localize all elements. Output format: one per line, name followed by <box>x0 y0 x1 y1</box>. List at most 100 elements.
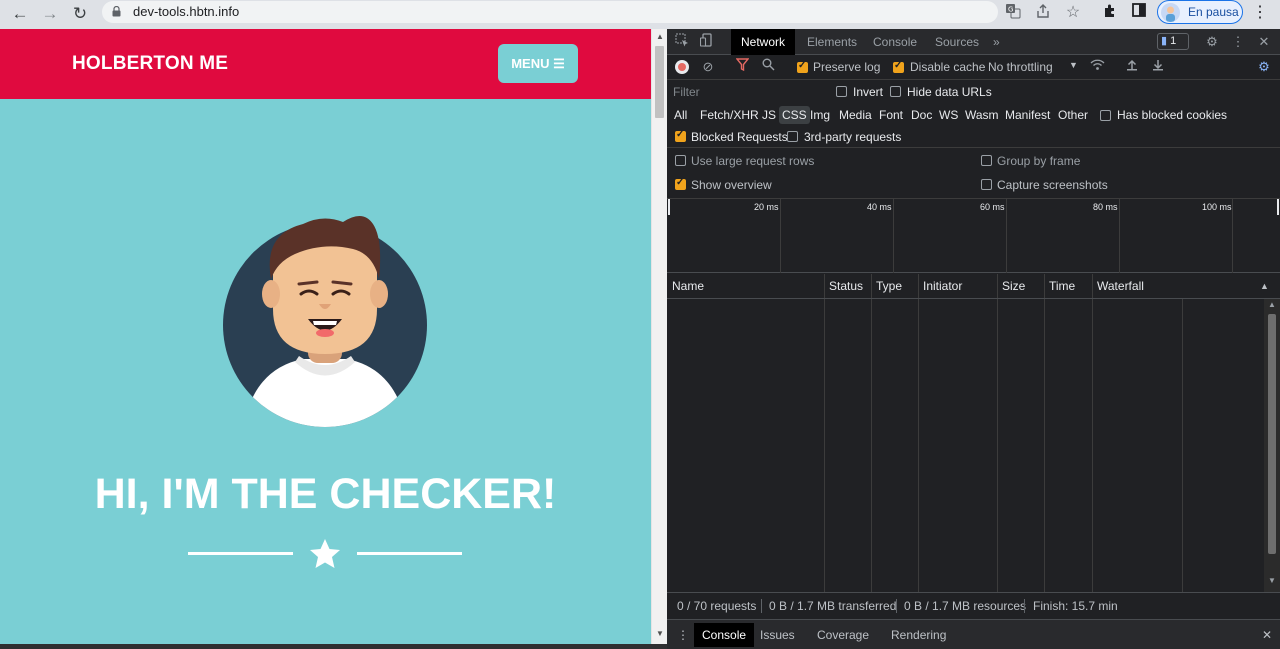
scroll-down-icon[interactable]: ▼ <box>656 629 664 638</box>
scroll-up-icon[interactable]: ▲ <box>1268 300 1276 309</box>
third-party-label: 3rd-party requests <box>804 130 902 144</box>
devtools-tab-bar: Network Elements Console Sources » ▮ 1 ⚙ … <box>667 29 1280 55</box>
preserve-log-label: Preserve log <box>813 60 881 74</box>
more-tabs-icon[interactable]: » <box>983 29 1010 55</box>
side-panel-icon[interactable] <box>1129 3 1149 23</box>
type-doc[interactable]: Doc <box>909 106 934 124</box>
address-bar[interactable]: dev-tools.hbtn.info <box>102 1 998 23</box>
translate-icon[interactable]: G <box>1003 3 1023 23</box>
table-scrollbar[interactable]: ▲ ▼ <box>1264 299 1280 592</box>
close-devtools-icon[interactable]: ✕ <box>1255 33 1273 51</box>
back-arrow-icon[interactable]: ← <box>9 3 31 25</box>
overview-tick-label: 80 ms <box>1093 202 1118 212</box>
type-js[interactable]: JS <box>760 106 778 124</box>
drawer-tab-issues[interactable]: Issues <box>752 623 803 647</box>
tab-elements[interactable]: Elements <box>797 29 867 55</box>
site-logo[interactable]: HOLBERTON ME <box>72 53 228 75</box>
type-css[interactable]: CSS <box>779 106 810 124</box>
timeline-overview[interactable]: 20 ms 40 ms 60 ms 80 ms 100 ms <box>667 199 1280 273</box>
type-font[interactable]: Font <box>877 106 905 124</box>
overview-tick-label: 100 ms <box>1202 202 1232 212</box>
has-blocked-cookies-checkbox[interactable] <box>1100 110 1111 121</box>
device-toolbar-icon[interactable] <box>698 33 716 51</box>
record-icon[interactable] <box>675 60 689 74</box>
search-icon[interactable] <box>759 58 777 76</box>
devtools-drawer: ⋮ Console Issues Coverage Rendering ✕ <box>667 619 1280 649</box>
column-waterfall[interactable]: Waterfall <box>1093 274 1144 299</box>
invert-checkbox[interactable] <box>836 86 847 97</box>
settings-gear-icon[interactable]: ⚙ <box>1203 33 1221 51</box>
tab-sources[interactable]: Sources <box>925 29 989 55</box>
checker-avatar-image <box>223 215 427 427</box>
chevron-down-icon[interactable]: ▼ <box>1069 60 1078 70</box>
column-size[interactable]: Size <box>998 274 1025 299</box>
column-initiator[interactable]: Initiator <box>919 274 962 299</box>
show-overview-checkbox[interactable] <box>675 177 686 190</box>
column-status[interactable]: Status <box>825 274 863 299</box>
menu-button[interactable]: MENU ☰ <box>498 44 578 83</box>
type-ws[interactable]: WS <box>937 106 960 124</box>
tab-network[interactable]: Network <box>731 29 796 55</box>
blocked-requests-checkbox[interactable] <box>675 129 686 142</box>
scroll-up-icon[interactable]: ▲ <box>656 32 664 41</box>
capture-screenshots-checkbox[interactable] <box>981 179 992 190</box>
extensions-icon[interactable] <box>1100 3 1120 23</box>
type-all[interactable]: All <box>672 106 689 124</box>
scroll-down-icon[interactable]: ▼ <box>1268 576 1276 585</box>
column-name[interactable]: Name <box>668 274 704 299</box>
type-img[interactable]: Img <box>808 106 832 124</box>
devtools-menu-icon[interactable]: ⋮ <box>1229 33 1247 51</box>
disable-cache-checkbox[interactable] <box>893 60 904 73</box>
waterfall-gridline <box>1182 299 1183 592</box>
large-rows-checkbox[interactable] <box>675 155 686 166</box>
close-drawer-icon[interactable]: ✕ <box>1254 623 1280 647</box>
overview-right-handle[interactable] <box>1277 199 1279 215</box>
drawer-tab-coverage[interactable]: Coverage <box>809 623 877 647</box>
filter-row: Filter Invert Hide data URLs <box>667 80 1280 104</box>
inspect-element-icon[interactable] <box>673 33 691 51</box>
preserve-log-checkbox[interactable] <box>797 60 808 73</box>
reload-icon[interactable]: ↻ <box>69 3 91 25</box>
column-time[interactable]: Time <box>1045 274 1075 299</box>
issues-badge[interactable]: ▮ 1 <box>1157 33 1189 50</box>
network-conditions-icon[interactable] <box>1088 58 1106 76</box>
clear-icon[interactable]: ⊘ <box>699 58 717 76</box>
forward-arrow-icon[interactable]: → <box>39 3 61 25</box>
type-media[interactable]: Media <box>837 106 874 124</box>
drawer-tab-console[interactable]: Console <box>694 623 755 647</box>
sort-ascending-icon[interactable]: ▲ <box>1260 281 1269 291</box>
filter-input[interactable]: Filter <box>671 84 825 101</box>
resources-size: 0 B / 1.7 MB resources <box>904 599 1027 613</box>
bookmark-star-icon[interactable]: ☆ <box>1063 3 1083 23</box>
devtools-panel: Network Elements Console Sources » ▮ 1 ⚙ … <box>667 29 1280 649</box>
type-wasm[interactable]: Wasm <box>963 106 1001 124</box>
type-other[interactable]: Other <box>1056 106 1090 124</box>
scroll-thumb[interactable] <box>655 46 664 118</box>
hide-data-urls-checkbox[interactable] <box>890 86 901 97</box>
disable-cache-label: Disable cache <box>910 60 986 74</box>
request-count: 0 / 70 requests <box>677 599 757 613</box>
throttling-select[interactable]: No throttling <box>988 60 1053 74</box>
tab-console[interactable]: Console <box>863 29 927 55</box>
type-fetch-xhr[interactable]: Fetch/XHR <box>698 106 761 124</box>
export-har-icon[interactable] <box>1149 58 1167 76</box>
drawer-menu-icon[interactable]: ⋮ <box>673 623 693 647</box>
import-har-icon[interactable] <box>1123 58 1141 76</box>
network-settings-gear-icon[interactable]: ⚙ <box>1255 58 1273 76</box>
table-header: Name Status Type Initiator Size Time Wat… <box>667 274 1280 299</box>
hero-title: HI, I'M THE CHECKER! <box>94 470 557 518</box>
filter-funnel-icon[interactable] <box>733 58 751 76</box>
page-scrollbar[interactable]: ▲ ▼ <box>651 29 667 644</box>
type-manifest[interactable]: Manifest <box>1003 106 1052 124</box>
bottom-strip <box>0 644 667 649</box>
share-icon[interactable] <box>1033 3 1053 23</box>
group-by-frame-checkbox[interactable] <box>981 155 992 166</box>
scroll-thumb[interactable] <box>1268 314 1276 554</box>
browser-menu-icon[interactable]: ⋮ <box>1250 3 1270 23</box>
overview-gridline <box>1119 199 1120 273</box>
profile-button[interactable]: En pausa <box>1157 0 1243 24</box>
column-type[interactable]: Type <box>872 274 902 299</box>
drawer-tab-rendering[interactable]: Rendering <box>883 623 954 647</box>
third-party-checkbox[interactable] <box>787 131 798 142</box>
overview-left-handle[interactable] <box>668 199 670 215</box>
